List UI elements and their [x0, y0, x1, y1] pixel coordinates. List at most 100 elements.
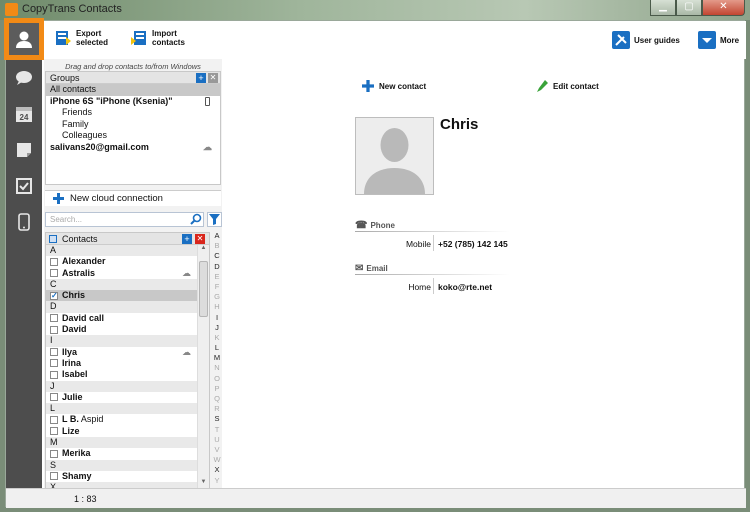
more-button[interactable]: More [698, 31, 739, 49]
add-contact-icon[interactable]: + [182, 234, 192, 244]
edit-contact-button[interactable]: Edit contact [537, 80, 599, 92]
contact-checkbox[interactable] [50, 348, 58, 357]
group-item[interactable]: All contacts [46, 84, 220, 96]
search-icon[interactable] [190, 213, 202, 225]
alphabet-letter[interactable]: D [212, 262, 222, 272]
alphabet-letter[interactable]: M [212, 353, 222, 363]
email-type-label: Home [408, 282, 431, 292]
alphabet-letter[interactable]: P [212, 384, 222, 394]
close-button[interactable]: ✕ [702, 0, 745, 16]
alphabet-letter[interactable]: J [212, 323, 222, 333]
maximize-button[interactable]: ▢ [676, 0, 702, 16]
filter-icon[interactable] [207, 212, 222, 227]
alphabet-letter[interactable]: E [212, 272, 222, 282]
group-item[interactable]: iPhone 6S "iPhone (Ksenia)" [46, 96, 220, 108]
delete-contact-icon[interactable]: ✕ [195, 234, 205, 244]
contact-label: Shamy [62, 470, 92, 481]
groups-title: Groups [50, 73, 80, 83]
contact-checkbox[interactable] [50, 359, 58, 368]
group-item[interactable]: Family [46, 119, 220, 131]
group-item[interactable]: Friends [46, 107, 220, 119]
contact-row[interactable]: Ilya ☁ [46, 347, 209, 358]
group-label: salivans20@gmail.com [50, 141, 149, 152]
contact-row[interactable]: Shamy [46, 471, 209, 482]
alphabet-letter[interactable]: B [212, 241, 222, 251]
alphabet-letter[interactable]: S [212, 414, 222, 424]
contacts-title: Contacts [62, 234, 98, 244]
export-icon [56, 31, 71, 45]
minimize-button[interactable]: ▁ [650, 0, 676, 16]
alphabet-letter[interactable]: L [212, 343, 222, 353]
contact-checkbox[interactable] [50, 370, 58, 379]
alphabet-letter[interactable]: W [212, 455, 222, 465]
nav-device[interactable] [6, 205, 42, 239]
export-selected-button[interactable]: Export selected [54, 29, 108, 47]
alphabet-letter[interactable]: Q [212, 394, 222, 404]
alphabet-letter[interactable]: N [212, 363, 222, 373]
contact-checkbox[interactable] [50, 472, 58, 481]
alphabet-letter[interactable]: I [212, 313, 222, 323]
alphabet-letter[interactable]: Y [212, 476, 222, 486]
contact-row[interactable]: Irina [46, 358, 209, 369]
alphabet-letter[interactable]: K [212, 333, 222, 343]
group-item[interactable]: salivans20@gmail.com ☁ [46, 142, 220, 154]
alphabet-letter[interactable]: F [212, 282, 222, 292]
alphabet-letter[interactable]: C [212, 251, 222, 261]
alphabet-letter[interactable]: R [212, 404, 222, 414]
import-contacts-button[interactable]: Import contacts [130, 29, 185, 47]
alphabet-letter[interactable]: G [212, 292, 222, 302]
nav-contacts[interactable] [4, 18, 44, 60]
contact-row[interactable]: Astralis ☁ [46, 268, 209, 279]
alphabet-letter[interactable]: H [212, 302, 222, 312]
contact-label: Julie [62, 391, 83, 402]
alphabet-letter[interactable]: A [212, 231, 222, 241]
contact-photo[interactable] [355, 117, 434, 195]
contact-row[interactable]: Merika [46, 448, 209, 459]
new-contact-button[interactable]: New contact [362, 80, 426, 92]
new-cloud-connection-button[interactable]: New cloud connection [45, 190, 221, 206]
select-all-checkbox[interactable] [49, 235, 57, 243]
contact-checkbox[interactable] [50, 449, 58, 458]
alphabet-letter[interactable]: X [212, 465, 222, 475]
contact-checkbox[interactable] [50, 257, 58, 266]
contact-label: S [50, 459, 57, 470]
main-window: 24 Export selected Import contacts User gu… [4, 18, 746, 508]
contact-checkbox[interactable] [50, 314, 58, 323]
contact-checkbox[interactable] [50, 415, 58, 424]
contact-row[interactable]: L B. Aspid [46, 414, 209, 425]
contact-checkbox[interactable]: ✓ [50, 291, 58, 300]
alphabet-letter[interactable]: O [212, 374, 222, 384]
contact-row[interactable]: ✓ Chris [46, 290, 209, 302]
scroll-up-arrow[interactable]: ▲ [198, 245, 209, 255]
contact-label: David call [62, 312, 105, 323]
group-item[interactable]: Colleagues [46, 130, 220, 142]
contact-row[interactable]: Lize [46, 426, 209, 437]
contact-row[interactable]: Alexander [46, 256, 209, 267]
contact-row[interactable]: Julie [46, 392, 209, 403]
letter-divider: S [46, 459, 209, 471]
nav-calendar[interactable]: 24 [6, 97, 42, 131]
contact-label: L [50, 403, 56, 414]
contact-row[interactable]: Isabel [46, 369, 209, 380]
remove-group-icon[interactable]: ✕ [208, 73, 218, 83]
nav-messages[interactable] [6, 61, 42, 95]
contact-label: A [50, 245, 57, 255]
contact-row[interactable]: David call [46, 313, 209, 324]
nav-notes[interactable] [6, 133, 42, 167]
scroll-thumb[interactable] [199, 261, 208, 317]
add-group-icon[interactable]: + [196, 73, 206, 83]
alphabet-letter[interactable]: T [212, 425, 222, 435]
alphabet-letter[interactable]: V [212, 445, 222, 455]
search-input[interactable]: Search... [45, 212, 204, 227]
contact-checkbox[interactable] [50, 393, 58, 402]
contacts-scrollbar[interactable]: ▲ ▼ [197, 245, 209, 489]
contact-checkbox[interactable] [50, 269, 58, 278]
contact-row[interactable]: David [46, 324, 209, 335]
user-guides-button[interactable]: User guides [612, 31, 680, 49]
alphabet-letter[interactable]: U [212, 435, 222, 445]
phone-section-label: Phone [370, 221, 395, 230]
contact-checkbox[interactable] [50, 325, 58, 334]
nav-tasks[interactable] [6, 169, 42, 203]
contact-checkbox[interactable] [50, 427, 58, 436]
phone-separator [433, 235, 434, 251]
